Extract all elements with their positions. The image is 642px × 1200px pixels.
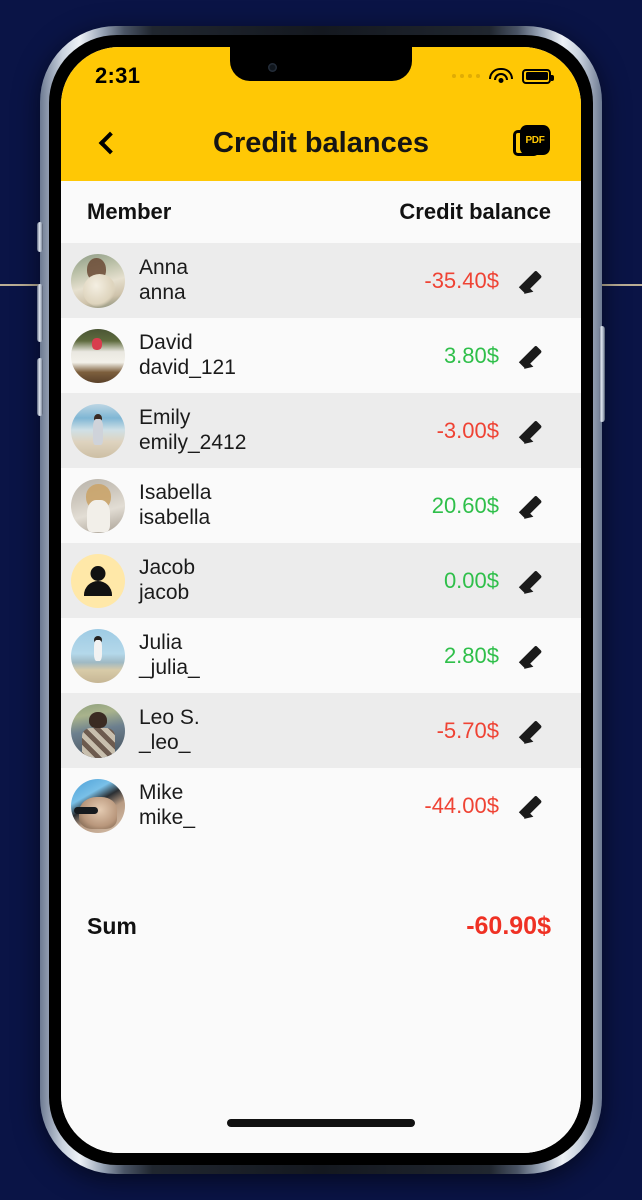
front-camera-icon: [268, 63, 277, 72]
person-head-icon: [90, 566, 106, 582]
pencil-icon: [518, 491, 550, 522]
device-notch: [230, 47, 412, 81]
avatar-isabella: [71, 478, 125, 533]
member-handle: _leo_: [139, 730, 191, 754]
edit-balance-button[interactable]: [513, 416, 557, 447]
edit-balance-button[interactable]: [513, 641, 557, 672]
table-row[interactable]: Emily emily_2412 -3.00$: [61, 393, 581, 468]
mute-switch-button[interactable]: [37, 222, 43, 252]
pencil-icon: [518, 791, 550, 822]
edit-balance-button[interactable]: [513, 716, 557, 747]
phone-frame: 2:31 Credit balances PDF Member Credit b…: [37, 26, 605, 1174]
edit-balance-button[interactable]: [513, 266, 557, 297]
member-handle: anna: [139, 280, 186, 304]
avatar-emily: [71, 403, 125, 458]
member-display-name: Leo S.: [139, 706, 200, 730]
avatar-david: [71, 328, 125, 383]
member-handle: emily_2412: [139, 430, 247, 454]
member-balance-amount: -5.70$: [436, 717, 499, 743]
member-display-name: Julia: [139, 631, 183, 655]
member-names: Julia _julia_: [139, 631, 200, 680]
member-balance-amount: -44.00$: [424, 792, 499, 818]
phone-screen: 2:31 Credit balances PDF Member Credit b…: [61, 47, 581, 1153]
member-display-name: David: [139, 331, 193, 355]
member-names: Anna anna: [139, 256, 188, 305]
avatar-leo: [71, 703, 125, 758]
edit-balance-button[interactable]: [513, 491, 557, 522]
pdf-label: PDF: [525, 134, 545, 146]
member-list: Anna anna -35.40$ David david_121 3.80$ Emily e…: [61, 243, 581, 843]
table-row[interactable]: Leo S. _leo_ -5.70$: [61, 693, 581, 768]
member-handle: isabella: [139, 505, 211, 529]
member-balance-amount: 0.00$: [443, 567, 499, 593]
edit-balance-button[interactable]: [513, 566, 557, 597]
screenshot-root: 2:31 Credit balances PDF Member Credit b…: [0, 0, 642, 1200]
pdf-front-page-icon: PDF: [520, 125, 550, 155]
pencil-icon: [518, 341, 550, 372]
phone-bezel: 2:31 Credit balances PDF Member Credit b…: [49, 35, 593, 1165]
pencil-icon: [518, 641, 550, 672]
member-handle: david_121: [139, 355, 236, 379]
sum-value: -60.90$: [466, 911, 551, 940]
member-names: Leo S. _leo_: [139, 706, 200, 755]
edit-balance-button[interactable]: [513, 791, 557, 822]
volume-down-button[interactable]: [37, 358, 43, 416]
home-indicator[interactable]: [227, 1119, 415, 1127]
status-time: 2:31: [95, 63, 141, 88]
status-indicators: [451, 67, 554, 85]
table-row[interactable]: Mike mike_ -44.00$: [61, 768, 581, 843]
member-names: Isabella isabella: [139, 481, 211, 530]
power-button[interactable]: [599, 326, 605, 422]
avatar-jacob-placeholder: [71, 553, 125, 608]
member-handle: jacob: [139, 580, 190, 604]
pencil-icon: [518, 416, 550, 447]
avatar-mike: [71, 778, 125, 833]
pdf-export-button[interactable]: PDF: [511, 121, 555, 165]
pencil-icon: [518, 716, 550, 747]
table-row[interactable]: Jacob jacob 0.00$: [61, 543, 581, 618]
wifi-icon: [489, 67, 513, 85]
member-handle: _julia_: [139, 655, 200, 679]
member-balance-amount: 20.60$: [431, 492, 499, 518]
member-names: David david_121: [139, 331, 236, 380]
table-header: Member Credit balance: [61, 181, 581, 243]
member-display-name: Mike: [139, 781, 184, 805]
column-header-balance: Credit balance: [399, 199, 551, 224]
member-display-name: Anna: [139, 256, 189, 280]
pencil-icon: [518, 566, 550, 597]
pencil-icon: [518, 266, 550, 297]
navigation-bar: Credit balances PDF: [61, 105, 581, 181]
member-balance-amount: 2.80$: [443, 642, 499, 668]
back-button[interactable]: [85, 121, 129, 165]
avatar-julia: [71, 628, 125, 683]
member-names: Emily emily_2412: [139, 406, 246, 455]
page-title: Credit balances: [213, 126, 429, 159]
sum-row: Sum -60.90$: [61, 891, 581, 961]
member-balance-amount: -35.40$: [424, 267, 499, 293]
edit-balance-button[interactable]: [513, 341, 557, 372]
table-row[interactable]: Julia _julia_ 2.80$: [61, 618, 581, 693]
column-header-member: Member: [87, 199, 172, 224]
member-display-name: Isabella: [139, 481, 212, 505]
member-names: Jacob jacob: [139, 556, 195, 605]
member-handle: mike_: [139, 805, 196, 829]
member-balance-amount: 3.80$: [443, 342, 499, 368]
table-row[interactable]: David david_121 3.80$: [61, 318, 581, 393]
battery-full-icon: [522, 68, 554, 84]
volume-up-button[interactable]: [37, 284, 43, 342]
member-display-name: Emily: [139, 406, 191, 430]
member-balance-amount: -3.00$: [436, 417, 499, 443]
person-body-icon: [84, 580, 112, 596]
chevron-left-icon: [98, 131, 121, 155]
status-bar: 2:31: [61, 47, 581, 105]
member-display-name: Jacob: [139, 556, 196, 580]
table-row[interactable]: Anna anna -35.40$: [61, 243, 581, 318]
avatar-anna: [71, 253, 125, 308]
signal-dots-icon: [451, 73, 480, 79]
credit-balances-sheet: Member Credit balance Anna anna -35.40$ Dav…: [61, 181, 581, 1153]
member-names: Mike mike_: [139, 781, 195, 830]
table-row[interactable]: Isabella isabella 20.60$: [61, 468, 581, 543]
sum-label: Sum: [87, 912, 137, 939]
